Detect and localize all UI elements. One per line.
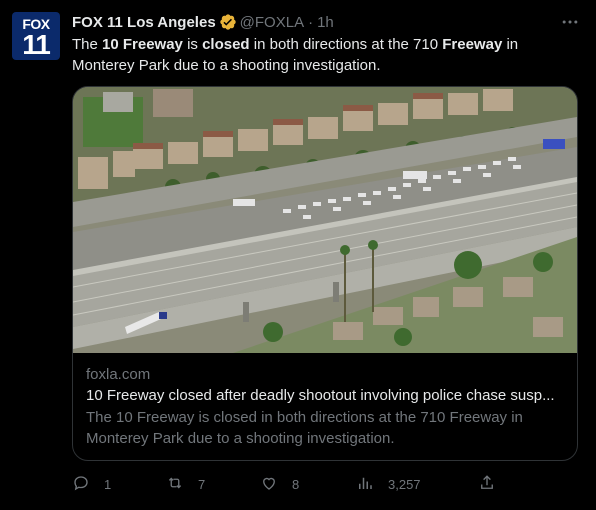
reply-icon (72, 474, 90, 495)
tweet[interactable]: FOX 11 FOX 11 Los Angeles @FOXLA · 1h Th… (0, 0, 596, 510)
text-bold-segment: 10 Freeway (102, 36, 183, 53)
tweet-actions: 1 7 8 3,257 (72, 472, 578, 496)
link-card-title[interactable]: 10 Freeway closed after deadly shootout … (86, 385, 566, 407)
retweet-icon (166, 474, 184, 495)
views-button[interactable]: 3,257 (356, 472, 421, 496)
author-handle[interactable]: @FOXLA (240, 14, 304, 31)
author-name[interactable]: FOX 11 Los Angeles (72, 14, 216, 31)
link-card-image[interactable] (73, 87, 577, 353)
retweet-count: 7 (198, 476, 206, 492)
reply-count: 1 (104, 476, 112, 492)
like-count: 8 (292, 476, 300, 492)
tweet-timestamp[interactable]: 1h (317, 14, 334, 31)
link-card[interactable]: foxla.com 10 Freeway closed after deadly… (72, 86, 578, 461)
share-button[interactable] (478, 472, 496, 496)
text-bold-segment: closed (202, 36, 250, 53)
separator-dot: · (308, 13, 314, 31)
text-segment: in both directions at the 710 (249, 36, 443, 53)
heart-icon (260, 474, 278, 495)
share-icon (478, 474, 496, 495)
link-card-domain: foxla.com (86, 366, 151, 383)
text-bold-segment: Freeway (442, 36, 503, 53)
text-segment: The (72, 36, 103, 53)
analytics-icon (356, 474, 374, 495)
reply-button[interactable]: 1 (72, 472, 111, 496)
avatar-logo-line2: 11 (22, 29, 51, 60)
verified-badge-icon (219, 13, 237, 31)
tweet-text: The 10 Freeway is closed in both directi… (72, 34, 572, 76)
more-options-icon[interactable] (556, 10, 584, 34)
tweet-header: FOX 11 Los Angeles @FOXLA · 1h (72, 12, 334, 32)
link-card-description: The 10 Freeway is closed in both directi… (86, 409, 523, 447)
view-count: 3,257 (388, 476, 421, 492)
like-button[interactable]: 8 (260, 472, 299, 496)
retweet-button[interactable]: 7 (166, 472, 205, 496)
avatar[interactable]: FOX 11 (12, 12, 60, 60)
link-card-meta: foxla.com 10 Freeway closed after deadly… (86, 365, 566, 449)
text-segment: is (182, 36, 203, 53)
